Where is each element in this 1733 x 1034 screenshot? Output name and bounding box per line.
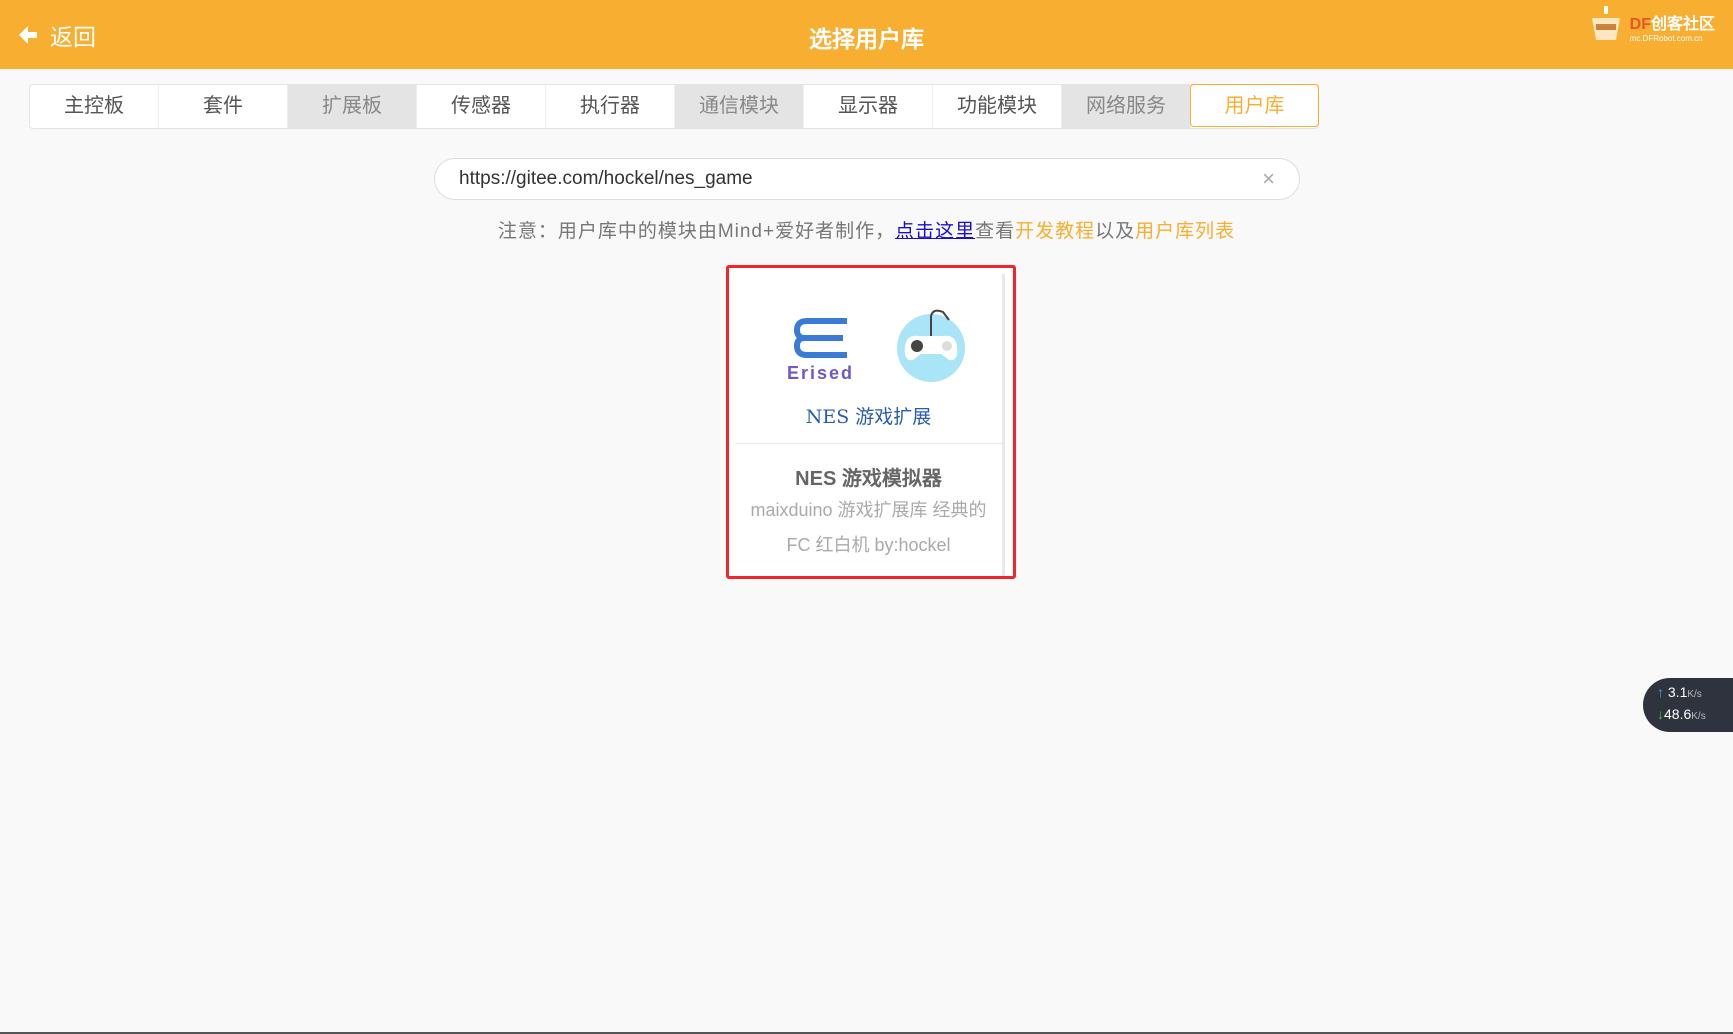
download-speed: 48.6 xyxy=(1664,706,1692,722)
erised-text: Erised xyxy=(787,363,855,383)
tab-network-services[interactable]: 网络服务 xyxy=(1062,85,1191,128)
page-title: 选择用户库 xyxy=(809,26,924,52)
search-input[interactable] xyxy=(459,168,1263,190)
notice-mid2: 以及 xyxy=(1095,221,1136,242)
tab-sensors[interactable]: 传感器 xyxy=(417,85,546,128)
tab-expansion-board[interactable]: 扩展板 xyxy=(288,85,417,128)
gamepad-icon xyxy=(897,309,965,382)
netspeed-widget: ↑ 3.1K/s ↓48.6K/s xyxy=(1643,678,1733,732)
library-name: NES 游戏模拟器 xyxy=(795,468,942,490)
upload-speed: 3.1 xyxy=(1667,684,1688,700)
user-library-list-link[interactable]: 用户库列表 xyxy=(1135,221,1235,242)
notice-prefix: 注意：用户库中的模块由Mind+爱好者制作， xyxy=(497,221,896,242)
header-bar: 返回 选择用户库 DF创客社区 mc.DFRobot.com.cn xyxy=(0,0,1733,69)
tab-actuators[interactable]: 执行器 xyxy=(546,85,675,128)
search-box: × xyxy=(434,158,1300,200)
library-card[interactable]: Erised NES 游戏扩展 NES 游戏模拟器 maixduino 游戏扩展… xyxy=(726,265,1016,579)
robot-logo-icon xyxy=(1591,6,1620,40)
erised-logo: Erised xyxy=(787,318,854,384)
logo-text: 创客社区 xyxy=(1650,15,1715,33)
tab-main-board[interactable]: 主控板 xyxy=(30,85,159,128)
library-description: maixduino 游戏扩展库 经典的 FC 红白机 by:hockel xyxy=(750,500,987,555)
dev-tutorial-link[interactable]: 开发教程 xyxy=(1015,221,1095,242)
logo-url: mc.DFRobot.com.cn xyxy=(1629,33,1703,43)
tab-kits[interactable]: 套件 xyxy=(159,85,288,128)
click-here-link[interactable]: 点击这里 xyxy=(895,221,975,242)
upload-unit: K/s xyxy=(1687,689,1702,700)
tab-displays[interactable]: 显示器 xyxy=(804,85,933,128)
tab-function-modules[interactable]: 功能模块 xyxy=(933,85,1062,128)
notice-text: 注意：用户库中的模块由Mind+爱好者制作，点击这里查看开发教程以及用户库列表 xyxy=(0,216,1733,243)
erised-e-icon xyxy=(793,318,847,358)
upload-arrow-icon: ↑ xyxy=(1657,684,1664,700)
card-image: Erised NES 游戏扩展 xyxy=(735,274,1002,444)
category-tabs: 主控板 套件 扩展板 传感器 执行器 通信模块 显示器 功能模块 网络服务 用户… xyxy=(29,84,1319,129)
tab-user-library[interactable]: 用户库 xyxy=(1190,84,1319,127)
image-caption: NES 游戏扩展 xyxy=(805,406,932,428)
notice-mid1: 查看 xyxy=(975,221,1016,242)
tab-communication[interactable]: 通信模块 xyxy=(675,85,804,128)
dfrobot-logo: DF创客社区 mc.DFRobot.com.cn xyxy=(1588,6,1715,46)
download-arrow-icon: ↓ xyxy=(1657,706,1664,722)
logo-df: DF xyxy=(1629,15,1651,33)
clear-icon[interactable]: × xyxy=(1262,166,1275,192)
download-unit: K/s xyxy=(1691,711,1706,722)
